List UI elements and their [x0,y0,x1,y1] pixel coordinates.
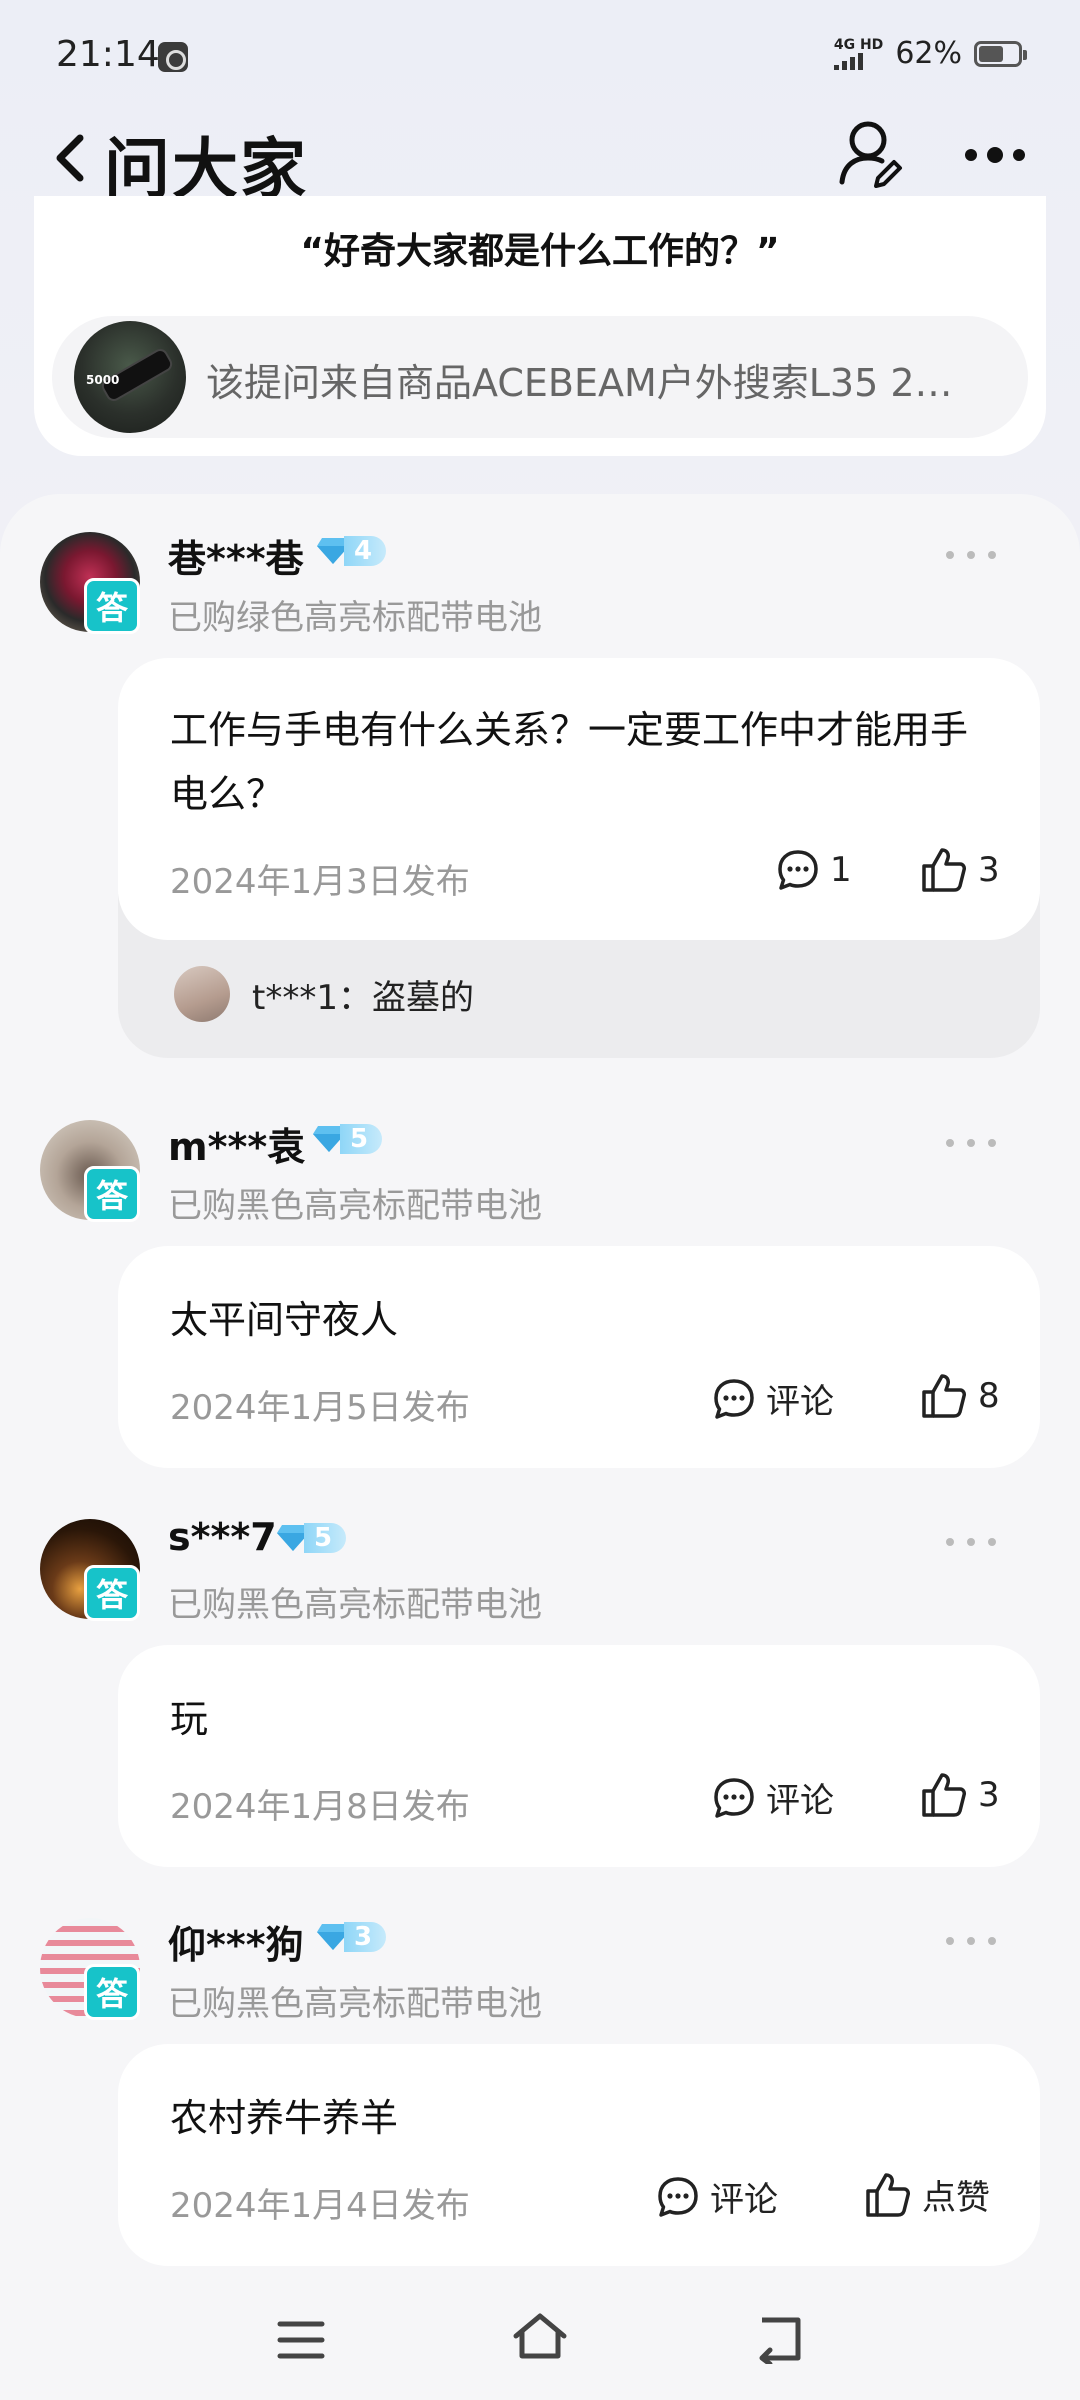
app-notification-icon [158,42,188,72]
answer-card[interactable]: 玩 2024年1月8日发布 评论 3 [118,1645,1040,1867]
nav-back-icon[interactable] [754,2314,806,2364]
reply-avatar [174,966,230,1022]
status-time: 21:14 [56,34,160,75]
purchase-info: 已购黑色高亮标配带电池 [168,1984,542,2024]
like-label: 点赞 [922,2178,990,2218]
thumbs-up-icon [922,1773,966,1817]
reply-text: t***1：盗墓的 [252,978,474,1018]
comment-button[interactable]: 评论 [656,2172,778,2221]
answer-badge: 答 [84,1565,140,1621]
comment-label: 评论 [710,2180,778,2220]
comment-icon [714,1777,754,1818]
question-text: “好奇大家都是什么工作的？” [300,231,780,272]
like-button[interactable]: 3 [920,1771,1000,1819]
question-card: “好奇大家都是什么工作的？” 该提问来自商品ACEBEAM户外搜索L35 2… [34,196,1046,456]
like-button[interactable]: 8 [920,1372,1000,1420]
answer-text: 太平间守夜人 [170,1298,399,1342]
level-number: 3 [344,1922,386,1952]
product-source-link[interactable]: 该提问来自商品ACEBEAM户外搜索L35 2… [52,316,1028,438]
level-number: 5 [304,1523,346,1553]
answer-badge: 答 [84,1166,140,1222]
battery-percent: 62% [895,36,962,71]
back-icon[interactable] [50,130,90,186]
comment-icon [778,850,818,890]
user-name[interactable]: 巷***巷 [168,528,304,583]
purchase-info: 已购绿色高亮标配带电池 [168,598,542,638]
network-type: 4G HD [833,36,884,53]
user-search-icon[interactable] [838,116,904,188]
like-count: 3 [978,850,1000,890]
item-more-icon[interactable] [946,1535,996,1549]
thumbs-up-icon [922,1374,966,1418]
answer-card[interactable]: 工作与手电有什么关系？一定要工作中才能用手电么？ 2024年1月3日发布 1 3 [118,658,1040,940]
purchase-info: 已购黑色高亮标配带电池 [168,1585,542,1625]
thumbs-up-icon [922,848,966,892]
answer-card[interactable]: 农村养牛养羊 2024年1月4日发布 评论 点赞 [118,2044,1040,2266]
answer-text: 农村养牛养羊 [170,2096,399,2140]
like-count: 3 [978,1775,1000,1815]
signal-icon [833,52,863,70]
user-name[interactable]: m***袁 [168,1116,305,1171]
header: 问大家 [0,110,1080,208]
status-indicators: 4G HD 62% [833,36,1027,71]
level-number: 4 [344,536,386,566]
comment-label: 1 [830,850,852,890]
level-badge: 3 [316,1918,386,1956]
product-source-text: 该提问来自商品ACEBEAM户外搜索L35 2… [206,361,953,405]
level-badge: 4 [316,532,386,570]
like-count: 8 [978,1376,1000,1416]
menu-icon[interactable] [276,2318,326,2362]
answer-date: 2024年1月8日发布 [170,1787,470,1827]
comment-icon [714,1378,754,1419]
answer-date: 2024年1月3日发布 [170,862,470,902]
answer-badge: 答 [84,578,140,634]
status-bar: 21:14 4G HD 62% [0,0,1080,110]
more-icon[interactable] [962,140,1028,170]
comment-button[interactable]: 评论 [712,1773,834,1822]
answer-badge: 答 [84,1964,140,2020]
comment-button[interactable]: 1 [776,848,852,892]
answer-text: 玩 [170,1697,209,1741]
comment-label: 评论 [766,1382,834,1422]
user-name[interactable]: 仰***狗 [168,1914,304,1969]
comment-button[interactable]: 评论 [712,1374,834,1423]
thumbs-up-icon [866,2172,910,2217]
item-more-icon[interactable] [946,548,996,562]
comment-label: 评论 [766,1781,834,1821]
answer-text: 工作与手电有什么关系？一定要工作中才能用手电么？ [170,708,969,816]
system-navigation-bar [0,2294,1080,2400]
like-button[interactable]: 3 [920,846,1000,894]
item-more-icon[interactable] [946,1934,996,1948]
level-badge: 5 [276,1519,346,1557]
item-more-icon[interactable] [946,1136,996,1150]
battery-icon [974,40,1027,67]
level-number: 5 [340,1124,382,1154]
home-icon[interactable] [512,2310,568,2362]
answer-date: 2024年1月4日发布 [170,2186,470,2226]
answers-panel: 答 巷***巷 4 已购绿色高亮标配带电池 t***1：盗墓的 工作与手电有什么… [0,494,1080,2294]
user-name[interactable]: s***7 [168,1515,277,1559]
answer-date: 2024年1月5日发布 [170,1388,470,1428]
answer-card[interactable]: 太平间守夜人 2024年1月5日发布 评论 8 [118,1246,1040,1468]
purchase-info: 已购黑色高亮标配带电池 [168,1186,542,1226]
product-thumbnail [74,321,186,433]
level-badge: 5 [312,1120,382,1158]
comment-icon [658,2176,698,2217]
network-indicator: 4G HD [833,36,884,70]
like-button[interactable]: 点赞 [864,2170,990,2219]
